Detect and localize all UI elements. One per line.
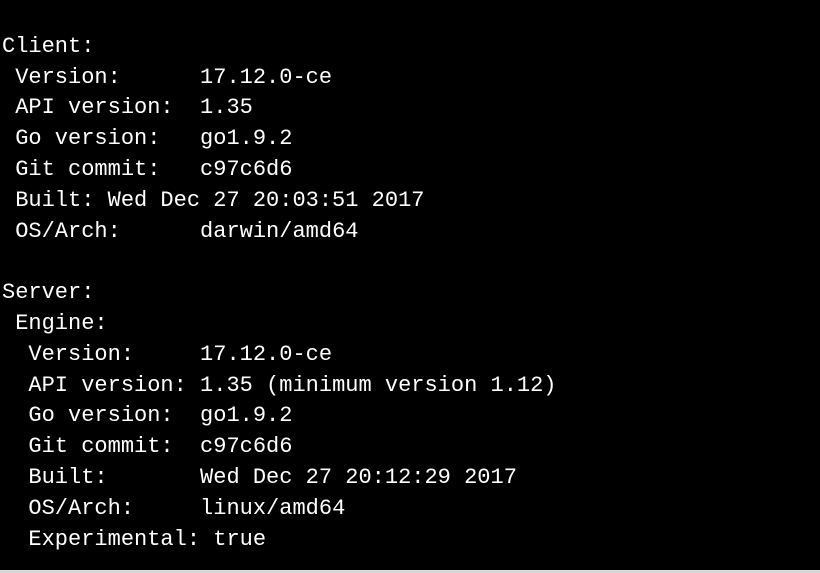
server-row: Built: Wed Dec 27 20:12:29 2017 — [2, 465, 517, 490]
label: Built: — [2, 465, 108, 490]
client-row: OS/Arch: darwin/amd64 — [2, 219, 358, 244]
label: Go version: — [2, 403, 174, 428]
client-row: Built: Wed Dec 27 20:03:51 2017 — [2, 188, 424, 213]
server-header: Server: — [2, 280, 94, 305]
server-row: API version: 1.35 (minimum version 1.12) — [2, 373, 557, 398]
label: Git commit: — [2, 157, 160, 182]
client-row: API version: 1.35 — [2, 95, 253, 120]
value: go1.9.2 — [200, 126, 292, 151]
client-header: Client: — [2, 34, 94, 59]
value: linux/amd64 — [200, 496, 345, 521]
value: c97c6d6 — [200, 434, 292, 459]
server-row: Version: 17.12.0-ce — [2, 342, 332, 367]
server-row: Git commit: c97c6d6 — [2, 434, 292, 459]
label: Version: — [2, 65, 121, 90]
server-row: Experimental: true — [2, 527, 266, 552]
label: Built: — [2, 188, 94, 213]
client-row: Git commit: c97c6d6 — [2, 157, 292, 182]
value: Wed Dec 27 20:03:51 2017 — [108, 188, 425, 213]
client-row: Version: 17.12.0-ce — [2, 65, 332, 90]
value: true — [213, 527, 266, 552]
label: API version: — [2, 95, 174, 120]
label: OS/Arch: — [2, 496, 134, 521]
server-row: OS/Arch: linux/amd64 — [2, 496, 345, 521]
terminal-output: Client: Version: 17.12.0-ce API version:… — [0, 0, 820, 556]
blank-line — [2, 249, 15, 274]
value: Wed Dec 27 20:12:29 2017 — [200, 465, 517, 490]
value: darwin/amd64 — [200, 219, 358, 244]
label: API version: — [2, 373, 187, 398]
label: Go version: — [2, 126, 160, 151]
value: 1.35 (minimum version 1.12) — [200, 373, 556, 398]
label: Experimental: — [2, 527, 200, 552]
engine-header: Engine: — [2, 311, 108, 336]
value: c97c6d6 — [200, 157, 292, 182]
label: Version: — [2, 342, 134, 367]
value: go1.9.2 — [200, 403, 292, 428]
value: 17.12.0-ce — [200, 65, 332, 90]
client-row: Go version: go1.9.2 — [2, 126, 292, 151]
label: OS/Arch: — [2, 219, 121, 244]
server-row: Go version: go1.9.2 — [2, 403, 292, 428]
value: 17.12.0-ce — [200, 342, 332, 367]
value: 1.35 — [200, 95, 253, 120]
label: Git commit: — [2, 434, 174, 459]
